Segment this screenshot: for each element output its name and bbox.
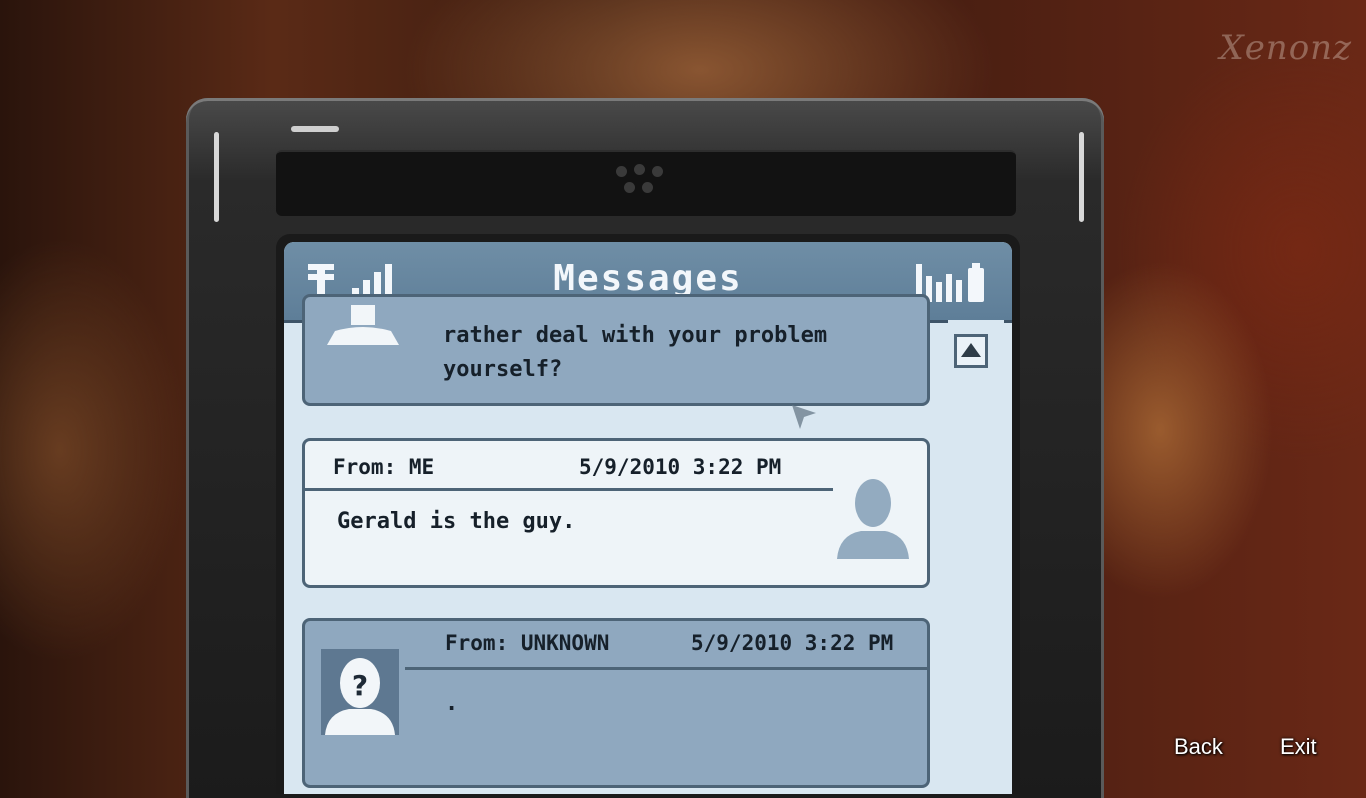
phone-highlight-top (291, 126, 339, 132)
message-line: yourself? (443, 357, 563, 382)
message-body: . (445, 691, 459, 716)
speaker-grille-icon (606, 164, 686, 204)
back-button[interactable]: Back (1174, 734, 1223, 760)
avatar: ? (321, 649, 399, 735)
exit-button[interactable]: Exit (1280, 734, 1317, 760)
message-timestamp: 5/9/2010 3:22 PM (579, 455, 782, 479)
message-card[interactable]: rather deal with your problem yourself? (302, 294, 930, 406)
phone-speaker (276, 150, 1016, 216)
person-silhouette-icon (327, 305, 399, 345)
app-title: Messages (553, 258, 743, 299)
message-card[interactable]: From: UNKNOWN 5/9/2010 3:22 PM ? . (302, 618, 930, 788)
person-silhouette-icon (837, 479, 909, 559)
message-divider (405, 667, 929, 670)
svg-text:?: ? (352, 669, 368, 702)
message-sender: From: UNKNOWN (445, 631, 610, 655)
watermark: Xenonz (1219, 28, 1352, 68)
mouse-cursor-icon (792, 405, 816, 429)
message-timestamp: 5/9/2010 3:22 PM (691, 631, 894, 655)
phone-highlight-right (1079, 132, 1084, 222)
triangle-up-icon (961, 343, 981, 357)
message-sender: From: ME (333, 455, 435, 479)
unknown-person-question-icon: ? (325, 658, 395, 735)
message-body: Gerald is the guy. (337, 509, 576, 534)
phone-highlight-left (214, 132, 219, 222)
scrollbar-track[interactable] (948, 320, 1004, 794)
phone-screen: Messages rather deal with your problem y… (276, 234, 1020, 794)
message-card[interactable]: From: ME 5/9/2010 3:22 PM Gerald is the … (302, 438, 930, 588)
message-line: rather deal with your problem (443, 323, 828, 348)
messages-app: Messages rather deal with your problem y… (284, 242, 1012, 794)
message-body: rather deal with your problem yourself? (443, 319, 827, 387)
message-divider (305, 488, 833, 491)
scroll-up-button[interactable] (954, 334, 988, 368)
